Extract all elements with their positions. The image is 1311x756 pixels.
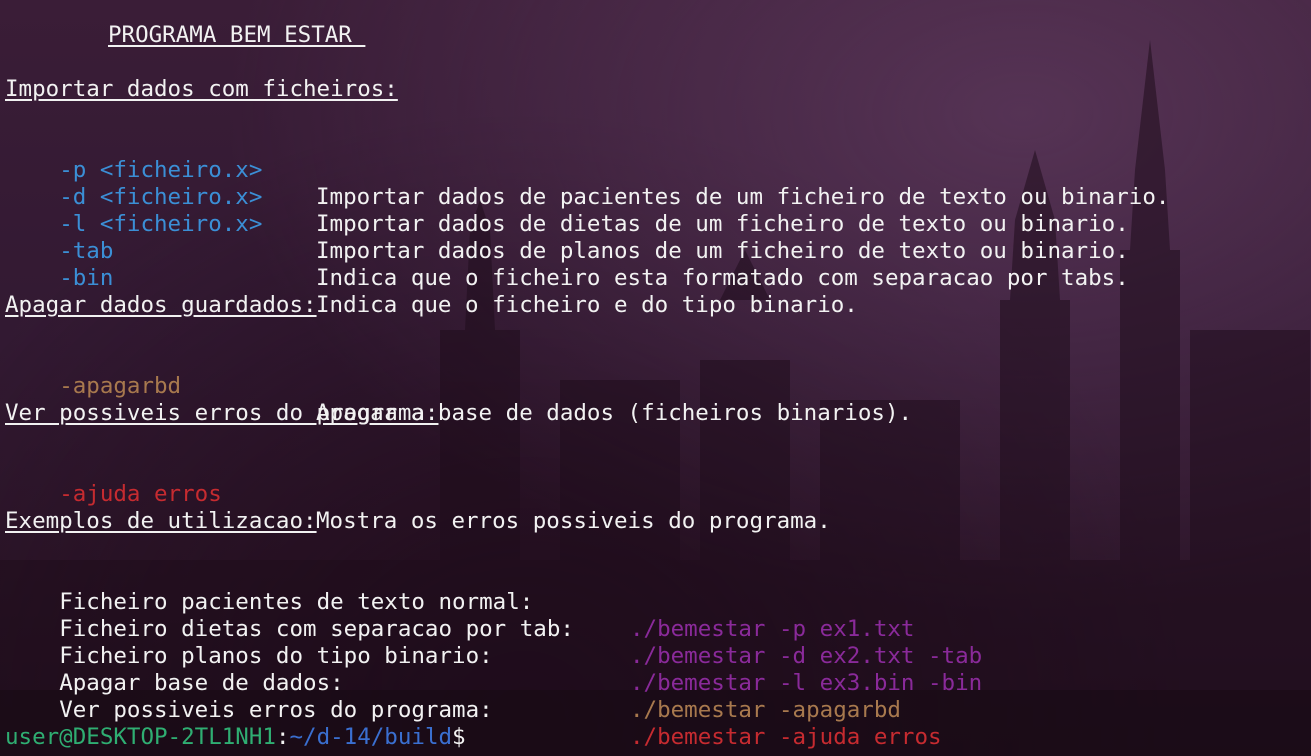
example-row: Ver possiveis erros do programa: ./bemes… — [5, 670, 1305, 750]
prompt-symbol: $ — [452, 724, 466, 750]
terminal-output[interactable]: PROGRAMA BEM ESTAR Importar dados com fi… — [5, 22, 1305, 751]
prompt-user-host: user@DESKTOP-2TL1NH1 — [5, 724, 276, 750]
errors-heading: Ver possiveis erros do programa: — [5, 400, 439, 426]
example-row: Ficheiro dietas com separacao por tab: .… — [5, 589, 1305, 669]
prompt-path: ~/d-14/build — [289, 724, 453, 750]
import-heading: Importar dados com ficheiros: — [5, 76, 398, 102]
example-row: Apagar base de dados: ./bemestar -apagar… — [5, 643, 1305, 723]
delete-heading: Apagar dados guardados: — [5, 292, 317, 318]
shell-prompt[interactable]: user@DESKTOP-2TL1NH1:~/d-14/build$ — [5, 724, 1305, 751]
option-row: -l <ficheiro.x> Importar dados de planos… — [5, 184, 1305, 264]
option-row: -bin Indica que o ficheiro e do tipo bin… — [5, 238, 1305, 318]
option-row: -p <ficheiro.x> Importar dados de pacien… — [5, 130, 1305, 210]
option-row: -tab Indica que o ficheiro esta formatad… — [5, 211, 1305, 291]
example-row: Ficheiro planos do tipo binario: ./bemes… — [5, 616, 1305, 696]
prompt-separator: : — [275, 724, 290, 750]
import-heading-row: Importar dados com ficheiros: — [5, 76, 1305, 103]
option-row: -ajuda erros Mostra os erros possiveis d… — [5, 454, 1305, 534]
option-row: -d <ficheiro.x> Importar dados de dietas… — [5, 157, 1305, 237]
delete-heading-row: Apagar dados guardados: — [5, 292, 1305, 319]
examples-heading: Exemplos de utilizacao: — [5, 508, 317, 534]
option-row: -apagarbd Apagar a base de dados (fichei… — [5, 346, 1305, 426]
program-title-row: PROGRAMA BEM ESTAR — [5, 22, 1305, 49]
program-title: PROGRAMA BEM ESTAR — [108, 22, 366, 48]
example-row: Ficheiro pacientes de texto normal: ./be… — [5, 562, 1305, 642]
examples-heading-row: Exemplos de utilizacao: — [5, 508, 1305, 535]
errors-heading-row: Ver possiveis erros do programa: — [5, 400, 1305, 427]
